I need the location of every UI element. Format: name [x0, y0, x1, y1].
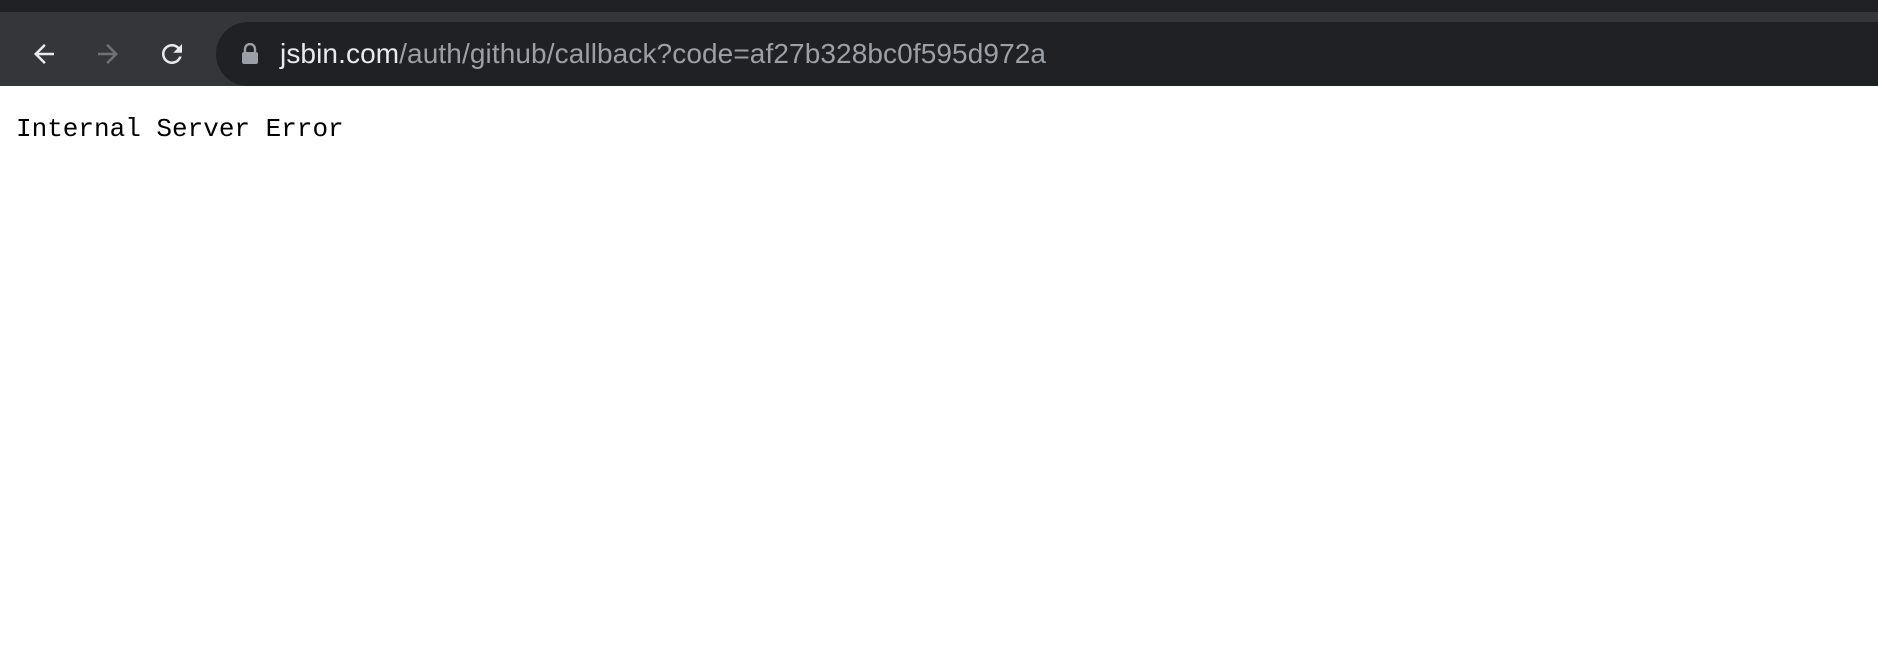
- back-arrow-icon: [34, 44, 54, 64]
- url-path: /auth/github/callback?code=af27b328bc0f5…: [399, 38, 1047, 69]
- page-content: Internal Server Error: [0, 86, 1878, 650]
- address-bar[interactable]: jsbin.com/auth/github/callback?code=af27…: [216, 22, 1878, 86]
- url-text[interactable]: jsbin.com/auth/github/callback?code=af27…: [280, 38, 1046, 70]
- reload-button[interactable]: [148, 30, 196, 78]
- forward-button[interactable]: [84, 30, 132, 78]
- url-host: jsbin.com: [280, 38, 400, 69]
- browser-toolbar: jsbin.com/auth/github/callback?code=af27…: [0, 0, 1878, 86]
- lock-icon[interactable]: [240, 43, 260, 65]
- forward-arrow-icon: [98, 44, 118, 64]
- reload-icon: [162, 44, 182, 64]
- back-button[interactable]: [20, 30, 68, 78]
- error-message: Internal Server Error: [16, 114, 344, 144]
